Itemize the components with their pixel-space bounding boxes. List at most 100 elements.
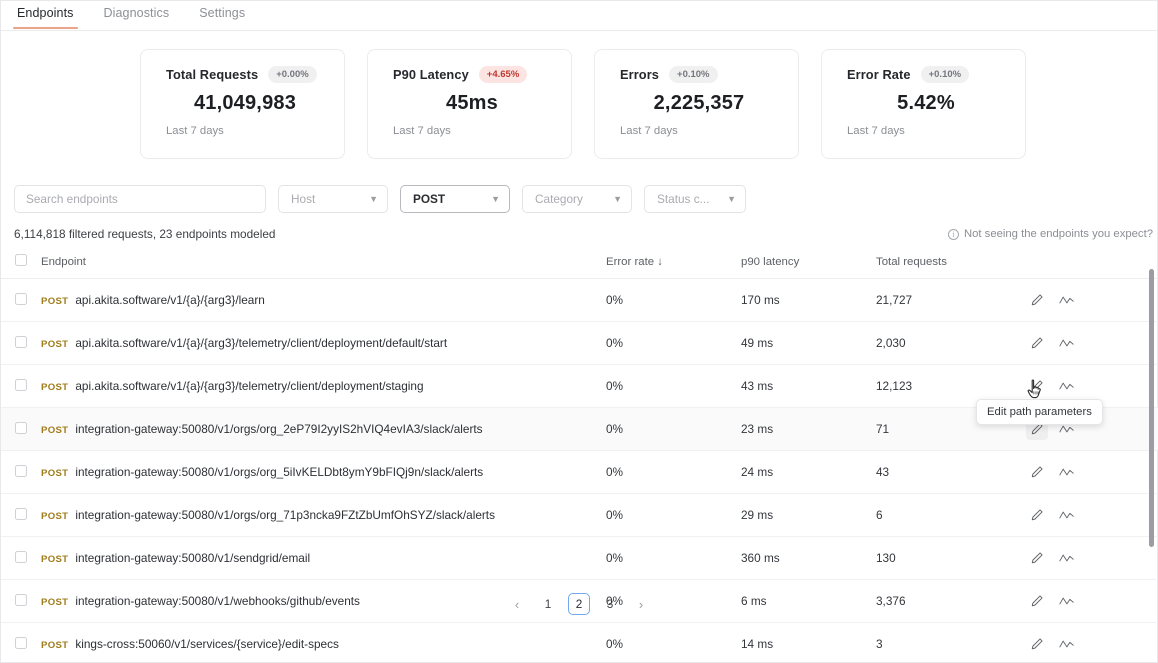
pagination-next-button[interactable]: › (630, 593, 652, 615)
http-method-badge: POST (41, 554, 69, 565)
row-select-cell (1, 493, 41, 537)
row-checkbox[interactable] (15, 378, 27, 391)
row-actions (1026, 547, 1158, 569)
metric-card-subtitle: Last 7 days (393, 125, 451, 137)
chevron-down-icon: ▼ (369, 194, 378, 204)
column-header-endpoint[interactable]: Endpoint (41, 254, 606, 279)
metric-card-error-rate: Error Rate +0.10% 5.42% Last 7 days (821, 49, 1026, 159)
metric-card-title: Errors (620, 67, 660, 82)
main-tabbar: Endpoints Diagnostics Settings (1, 1, 1157, 31)
metric-card-total-requests: Total Requests +0.00% 41,049,983 Last 7 … (140, 49, 345, 159)
http-method-badge: POST (41, 296, 69, 307)
sort-descending-icon: ↓ (657, 255, 663, 268)
error-rate-cell: 0% (606, 321, 741, 365)
row-checkbox[interactable] (15, 464, 27, 477)
chevron-down-icon: ▼ (491, 194, 500, 204)
row-select-cell (1, 364, 41, 408)
error-rate-cell: 0% (606, 278, 741, 322)
endpoint-path: integration-gateway:50080/v1/sendgrid/em… (75, 551, 311, 565)
row-checkbox[interactable] (15, 335, 27, 348)
table-row[interactable]: POST kings-cross:50060/v1/services/{servi… (1, 622, 1158, 663)
metric-card-title: Error Rate (847, 67, 911, 82)
status-code-filter-dropdown[interactable]: Status c... ▼ (644, 185, 746, 213)
row-checkbox[interactable] (15, 507, 27, 520)
row-actions-cell (1026, 536, 1158, 580)
table-vertical-scrollbar[interactable] (1149, 269, 1154, 547)
error-rate-cell: 0% (606, 536, 741, 580)
row-actions (1026, 375, 1158, 397)
table-row[interactable]: POST api.akita.software/v1/{a}/{arg3}/lea… (1, 278, 1158, 322)
category-filter-label: Category (535, 192, 583, 206)
column-header-p90-latency[interactable]: p90 latency (741, 254, 876, 279)
chart-line-icon[interactable] (1055, 332, 1077, 354)
chart-line-icon[interactable] (1055, 504, 1077, 526)
p90-latency-cell: 43 ms (741, 364, 876, 408)
table-row[interactable]: POST integration-gateway:50080/v1/sendgri… (1, 536, 1158, 580)
info-circle-icon: i (947, 228, 959, 240)
row-select-cell (1, 536, 41, 580)
row-actions (1026, 332, 1158, 354)
p90-latency-cell: 170 ms (741, 278, 876, 322)
row-actions (1026, 633, 1158, 655)
pagination: ‹ 1 2 3 › (1, 593, 1157, 615)
column-header-actions (1026, 254, 1158, 279)
metric-card-value: 41,049,983 (193, 92, 297, 114)
metric-card-p90-latency: P90 Latency +4.65% 45ms Last 7 days (367, 49, 572, 159)
row-actions-cell (1026, 321, 1158, 365)
metric-card-subtitle: Last 7 days (166, 125, 224, 137)
row-actions (1026, 289, 1158, 311)
search-input[interactable] (14, 185, 266, 213)
p90-latency-cell: 360 ms (741, 536, 876, 580)
pencil-edit-icon[interactable] (1026, 289, 1048, 311)
table-row[interactable]: POST integration-gateway:50080/v1/orgs/or… (1, 450, 1158, 494)
category-filter-dropdown[interactable]: Category ▼ (522, 185, 632, 213)
pencil-edit-icon[interactable] (1026, 547, 1048, 569)
column-header-error-rate[interactable]: Error rate ↓ (606, 254, 741, 279)
pencil-edit-icon[interactable] (1026, 332, 1048, 354)
row-checkbox[interactable] (15, 421, 27, 434)
p90-latency-cell: 49 ms (741, 321, 876, 365)
pagination-page-2[interactable]: 2 (568, 593, 590, 615)
error-rate-cell: 0% (606, 622, 741, 663)
host-filter-dropdown[interactable]: Host ▼ (278, 185, 388, 213)
chart-line-icon[interactable] (1055, 461, 1077, 483)
row-actions (1026, 461, 1158, 483)
pencil-edit-icon[interactable] (1026, 504, 1048, 526)
metric-card-header: Errors +0.10% (620, 66, 778, 83)
pencil-edit-icon[interactable] (1026, 633, 1048, 655)
chart-line-icon[interactable] (1055, 547, 1077, 569)
pagination-prev-button[interactable]: ‹ (506, 593, 528, 615)
chart-line-icon[interactable] (1055, 289, 1077, 311)
pagination-page-3[interactable]: 3 (599, 593, 621, 615)
row-select-cell (1, 278, 41, 322)
select-all-checkbox[interactable] (15, 254, 27, 266)
http-method-badge: POST (41, 382, 69, 393)
row-actions (1026, 504, 1158, 526)
pagination-page-1[interactable]: 1 (537, 593, 559, 615)
total-requests-cell: 2,030 (876, 321, 1026, 365)
tab-diagnostics[interactable]: Diagnostics (102, 1, 172, 28)
chart-line-icon[interactable] (1055, 375, 1077, 397)
metric-card-delta-badge: +0.10% (669, 66, 718, 83)
p90-latency-cell: 24 ms (741, 450, 876, 494)
table-row[interactable]: POST integration-gateway:50080/v1/orgs/or… (1, 493, 1158, 537)
pencil-edit-icon[interactable] (1026, 461, 1048, 483)
row-checkbox[interactable] (15, 292, 27, 305)
tab-settings[interactable]: Settings (197, 1, 247, 28)
column-header-error-rate-label: Error rate (606, 255, 655, 268)
metric-card-subtitle: Last 7 days (847, 125, 905, 137)
chart-line-icon[interactable] (1055, 633, 1077, 655)
method-filter-dropdown[interactable]: POST ▼ (400, 185, 510, 213)
row-checkbox[interactable] (15, 636, 27, 649)
tab-endpoints[interactable]: Endpoints (13, 1, 77, 29)
endpoints-help-link[interactable]: i Not seeing the endpoints you expect? (947, 228, 1153, 240)
error-rate-cell: 0% (606, 407, 741, 451)
pencil-edit-icon[interactable] (1026, 375, 1048, 397)
row-checkbox[interactable] (15, 550, 27, 563)
table-row[interactable]: POST api.akita.software/v1/{a}/{arg3}/tel… (1, 321, 1158, 365)
http-method-badge: POST (41, 468, 69, 479)
column-header-total-requests[interactable]: Total requests (876, 254, 1026, 279)
error-rate-cell: 0% (606, 493, 741, 537)
row-select-cell (1, 321, 41, 365)
endpoints-page: Endpoints Diagnostics Settings Total Req… (0, 0, 1158, 663)
